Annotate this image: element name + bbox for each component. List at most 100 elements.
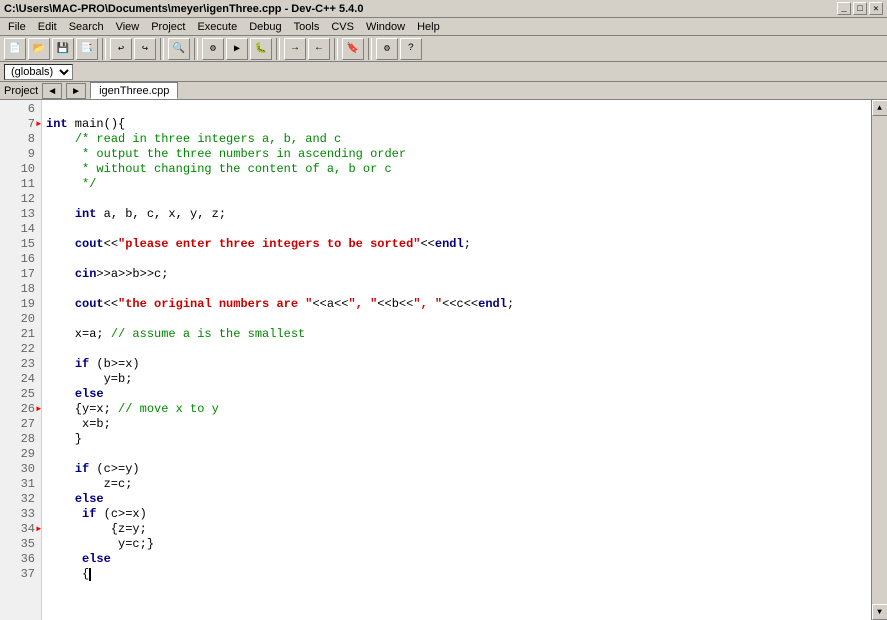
close-button[interactable]: ✕ [869, 2, 883, 15]
open-button[interactable]: 📂 [28, 38, 50, 60]
line-number: 14 [0, 222, 41, 237]
redo-button[interactable]: ↪ [134, 38, 156, 60]
code-line [46, 252, 867, 267]
project-label: Project [4, 85, 38, 97]
line-number: 21 [0, 327, 41, 342]
maximize-button[interactable]: □ [853, 2, 867, 15]
code-line: x=a; // assume a is the smallest [46, 327, 867, 342]
scroll-track[interactable] [872, 116, 887, 604]
scroll-up-button[interactable]: ▲ [872, 100, 887, 116]
code-area[interactable]: int main(){ /* read in three integers a,… [42, 100, 871, 620]
code-line: if (c>=y) [46, 462, 867, 477]
code-line [46, 102, 867, 117]
code-line: z=c; [46, 477, 867, 492]
help-toolbar-button[interactable]: ? [400, 38, 422, 60]
bookmark-button[interactable]: 🔖 [342, 38, 364, 60]
code-line: cout<<"the original numbers are "<<a<<",… [46, 297, 867, 312]
options-button[interactable]: ⚙ [376, 38, 398, 60]
toolbar-separator-6 [368, 38, 372, 60]
scope-dropdown[interactable]: (globals) [4, 64, 73, 80]
line-number: 9 [0, 147, 41, 162]
line-number: 11 [0, 177, 41, 192]
code-line: y=b; [46, 372, 867, 387]
search-button[interactable]: 🔍 [168, 38, 190, 60]
save-button[interactable]: 💾 [52, 38, 74, 60]
line-number: 19 [0, 297, 41, 312]
code-line [46, 282, 867, 297]
file-tab[interactable]: igenThree.cpp [90, 82, 178, 99]
line-number: 35 [0, 537, 41, 552]
line-number: 20 [0, 312, 41, 327]
run-button[interactable]: ▶ [226, 38, 248, 60]
save-all-button[interactable]: 📑 [76, 38, 98, 60]
code-line: {y=x; // move x to y [46, 402, 867, 417]
menu-bar: File Edit Search View Project Execute De… [0, 18, 887, 36]
code-line: if (b>=x) [46, 357, 867, 372]
code-line: if (c>=x) [46, 507, 867, 522]
code-line: else [46, 552, 867, 567]
menu-project[interactable]: Project [145, 20, 191, 34]
project-nav-left[interactable]: ◄ [42, 83, 62, 99]
line-number: 27 [0, 417, 41, 432]
code-line: int main(){ [46, 117, 867, 132]
line-number: 17 [0, 267, 41, 282]
text-cursor [89, 568, 91, 581]
menu-cvs[interactable]: CVS [325, 20, 360, 34]
line-number: 15 [0, 237, 41, 252]
indent-button[interactable]: → [284, 38, 306, 60]
code-line [46, 342, 867, 357]
code-line: y=c;} [46, 537, 867, 552]
code-line [46, 222, 867, 237]
toolbar: 📄 📂 💾 📑 ↩ ↪ 🔍 ⚙ ▶ 🐛 → ← 🔖 ⚙ ? [0, 36, 887, 62]
line-number: 31 [0, 477, 41, 492]
title-bar: C:\Users\MAC-PRO\Documents\meyer\igenThr… [0, 0, 887, 18]
code-line [46, 447, 867, 462]
toolbar-separator-1 [102, 38, 106, 60]
undo-button[interactable]: ↩ [110, 38, 132, 60]
line-number: 24 [0, 372, 41, 387]
menu-file[interactable]: File [2, 20, 32, 34]
tab-bar: Project ◄ ► igenThree.cpp [0, 82, 887, 100]
menu-window[interactable]: Window [360, 20, 411, 34]
line-number: 33 [0, 507, 41, 522]
code-line: else [46, 387, 867, 402]
line-number: 12 [0, 192, 41, 207]
menu-execute[interactable]: Execute [191, 20, 243, 34]
compile-button[interactable]: ⚙ [202, 38, 224, 60]
vertical-scrollbar[interactable]: ▲ ▼ [871, 100, 887, 620]
line-number: 18 [0, 282, 41, 297]
menu-help[interactable]: Help [411, 20, 446, 34]
line-number: 13 [0, 207, 41, 222]
code-line [46, 312, 867, 327]
debug-button[interactable]: 🐛 [250, 38, 272, 60]
project-section: Project ◄ ► [4, 83, 86, 99]
menu-view[interactable]: View [110, 20, 146, 34]
menu-tools[interactable]: Tools [288, 20, 326, 34]
menu-search[interactable]: Search [63, 20, 110, 34]
code-line: * output the three numbers in ascending … [46, 147, 867, 162]
line-number: 34 [0, 522, 41, 537]
line-number: 32 [0, 492, 41, 507]
code-line: cout<<"please enter three integers to be… [46, 237, 867, 252]
minimize-button[interactable]: _ [837, 2, 851, 15]
line-number: 37 [0, 567, 41, 582]
toolbar-separator-4 [276, 38, 280, 60]
code-line: x=b; [46, 417, 867, 432]
line-number: 26 [0, 402, 41, 417]
scroll-down-button[interactable]: ▼ [872, 604, 887, 620]
project-nav-right[interactable]: ► [66, 83, 86, 99]
unindent-button[interactable]: ← [308, 38, 330, 60]
line-number: 10 [0, 162, 41, 177]
menu-debug[interactable]: Debug [243, 20, 287, 34]
new-button[interactable]: 📄 [4, 38, 26, 60]
line-number: 7 [0, 117, 41, 132]
code-line: {z=y; [46, 522, 867, 537]
toolbar-separator-3 [194, 38, 198, 60]
line-numbers: 6789101112131415161718192021222324252627… [0, 100, 42, 620]
menu-edit[interactable]: Edit [32, 20, 63, 34]
code-line: * without changing the content of a, b o… [46, 162, 867, 177]
line-number: 30 [0, 462, 41, 477]
dropdown-bar: (globals) [0, 62, 887, 82]
window-controls: _ □ ✕ [837, 2, 883, 15]
line-number: 29 [0, 447, 41, 462]
